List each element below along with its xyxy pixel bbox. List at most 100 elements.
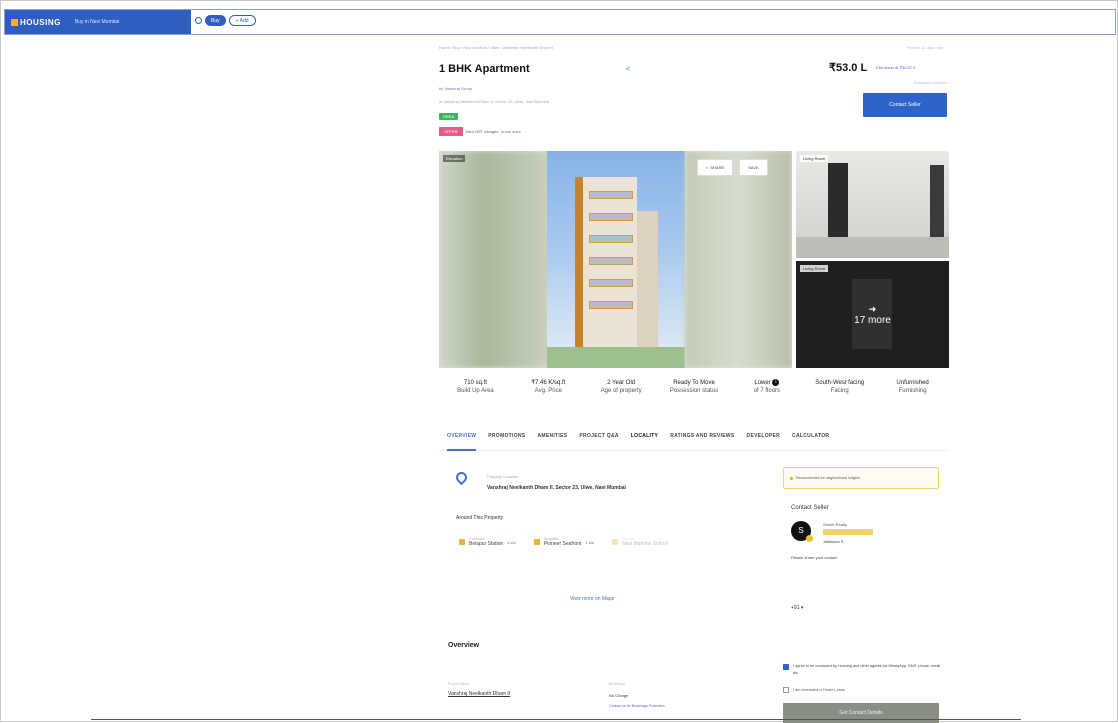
brokerage-link[interactable]: Contact us for Brokerage Protection [609, 704, 665, 708]
train-icon [459, 539, 465, 545]
offer-know-more-link[interactable]: know more [501, 129, 521, 134]
country-code-select[interactable]: +91 ▾ [791, 605, 803, 611]
nearby-item[interactable]: Hospitals Pioneer Seafront 1 km [533, 537, 594, 547]
spec-value: 2 Year Old [607, 380, 636, 386]
spec-label: Facing [830, 388, 849, 394]
building-window-row [589, 213, 633, 221]
search-pill-add[interactable]: + Add [228, 15, 256, 26]
info-icon[interactable]: i [772, 379, 780, 386]
gallery-save-button[interactable]: SAVE [739, 159, 768, 176]
brokerage-value: No Charge [609, 693, 629, 698]
room-door [828, 163, 848, 243]
nearby-distance: 4 km [507, 539, 516, 545]
get-contact-details-button[interactable]: Get Contact Details [783, 703, 939, 723]
verified-badge-icon [806, 535, 813, 542]
building-side [636, 211, 658, 349]
gallery-actions: < SHARE SAVE [697, 159, 768, 176]
photo-gallery: Elevation < SHARE SAVE Living Room ➜ 17 … [439, 151, 949, 368]
gallery-share-button[interactable]: < SHARE [697, 159, 734, 176]
listing-price: ₹53.0 L [829, 62, 868, 74]
building-window-row [589, 191, 633, 199]
screenshot-frame: HOUSING Buy in Navi Mumbai Buy + Add Hom… [0, 0, 1118, 723]
gallery-main-photo[interactable]: Elevation < SHARE SAVE [439, 151, 792, 368]
gallery-side-photo-2[interactable]: ➜ 17 more Living Room [796, 261, 949, 368]
building-window-row [589, 257, 633, 265]
tab-overview[interactable]: OVERVIEW [447, 433, 477, 451]
search-pill-buy[interactable]: Buy [205, 15, 226, 26]
tab-promotions[interactable]: PROMOTIONS [488, 433, 525, 450]
spec-area: 710 sq.ft Build Up Area [439, 379, 512, 395]
project-name-link[interactable]: Vanshraj Neelkanth Dham II [448, 691, 510, 697]
spec-label: Build Up Area [457, 388, 494, 394]
navbar-brand-area: HOUSING Buy in Navi Mumbai [5, 10, 191, 34]
city-selector[interactable]: Buy in Navi Mumbai [75, 19, 119, 25]
spec-value: ₹7.46 K/sq.ft [531, 380, 566, 386]
rera-badge: RERA [439, 113, 459, 120]
tab-developer[interactable]: DEVELOPER [747, 433, 781, 450]
share-label: SHARE [710, 165, 725, 170]
gallery-side-photo-1[interactable]: Living Room [796, 151, 949, 258]
housing-logo[interactable]: HOUSING [11, 18, 61, 27]
spec-label: Possession status [669, 388, 719, 394]
nearby-item[interactable]: Commute Belapur Station 4 km [459, 537, 516, 547]
building-ground [547, 347, 685, 368]
contact-seller-button[interactable]: Contact Seller [863, 93, 947, 117]
agent-name: Shubh Realty [823, 522, 848, 527]
logo-text: HOUSING [20, 17, 61, 27]
posted-date: Posted: 10 days ago [906, 45, 943, 50]
photo-tag: Elevation [443, 155, 466, 162]
emi-link[interactable]: EMI starts at ₹30.57 K [876, 65, 916, 70]
spec-label: of 7 floors [753, 388, 781, 395]
breadcrumb[interactable]: Home / Buy / Navi Mumbai / Ulwe / Vaishn… [439, 45, 699, 50]
tab-amenities[interactable]: AMENITIES [537, 433, 567, 450]
contact-seller-title: Contact Seller [791, 505, 829, 511]
spec-value: Unfurnished [896, 380, 929, 386]
hospital-icon [533, 539, 540, 545]
more-photos-overlay[interactable]: ➜ 17 more [796, 261, 949, 368]
nearby-name: Navi Mumbai School [622, 541, 668, 547]
notice-text: Recommended for neighborhood insights [796, 476, 861, 480]
recommendation-notice: Recommended for neighborhood insights [783, 467, 939, 489]
tab-project-qa[interactable]: PROJECT Q&A [579, 433, 618, 450]
property-specs: 710 sq.ft Build Up Area ₹7.46 K/sq.ft Avg.… [439, 379, 949, 395]
spec-value: South-West facing [815, 380, 865, 386]
spec-value: 710 sq.ft [463, 380, 487, 386]
spec-possession: Ready To Move Possession status [658, 379, 731, 395]
home-loan-checkbox[interactable] [783, 687, 789, 693]
save-label: SAVE [748, 165, 759, 170]
overview-label: Project Name [448, 682, 470, 686]
page-title: 1 BHK Apartment [439, 63, 530, 75]
around-heading: Around This Property [456, 515, 504, 521]
spec-value: Ready To Move [673, 380, 715, 386]
nearby-name: Belapur Station [469, 541, 504, 547]
building-elevation [575, 177, 637, 349]
top-navbar: HOUSING Buy in Navi Mumbai Buy + Add [4, 9, 1116, 35]
overview-label: Brokerage [609, 682, 626, 686]
agree-row: I agree to be contacted by Housing and o… [783, 663, 941, 677]
location-pin-icon [453, 469, 470, 486]
more-photos-count: 17 more [854, 314, 891, 326]
share-icon[interactable]: < [626, 66, 630, 73]
agree-text: I agree to be contacted by Housing and o… [793, 664, 941, 675]
blurred-right-panel [685, 151, 792, 368]
logo-icon [11, 18, 18, 26]
building-window-row [589, 301, 633, 309]
arrow-icon: ➜ [868, 303, 877, 314]
spec-price: ₹7.46 K/sq.ft Avg. Price [512, 379, 585, 395]
home-loan-row: I am interested in Home Loans [783, 686, 845, 693]
tab-calculator[interactable]: CALCULATOR [792, 433, 829, 450]
price-subtext: Estimated charges [913, 80, 947, 85]
nearby-item[interactable]: Schools Navi Mumbai School [612, 537, 668, 547]
developer-link[interactable]: by Vanshraj Group [439, 86, 472, 91]
search-bar[interactable]: Buy + Add [195, 15, 256, 26]
tab-ratings[interactable]: RATINGS AND REVIEWS [670, 433, 734, 450]
listing-address: in Vanshraj Neelkanth Dham II, Sector 23… [439, 99, 549, 104]
agree-checkbox[interactable] [783, 664, 789, 670]
blurred-left-panel [439, 151, 551, 368]
building-window-row [589, 279, 633, 287]
spec-floor: Lower i of 7 floors [730, 379, 803, 395]
offer-badge: OFFER [439, 127, 463, 136]
view-more-maps-link[interactable]: View more on Maps [570, 596, 614, 602]
search-icon[interactable] [195, 17, 202, 24]
tab-locality[interactable]: LOCALITY [631, 433, 658, 450]
